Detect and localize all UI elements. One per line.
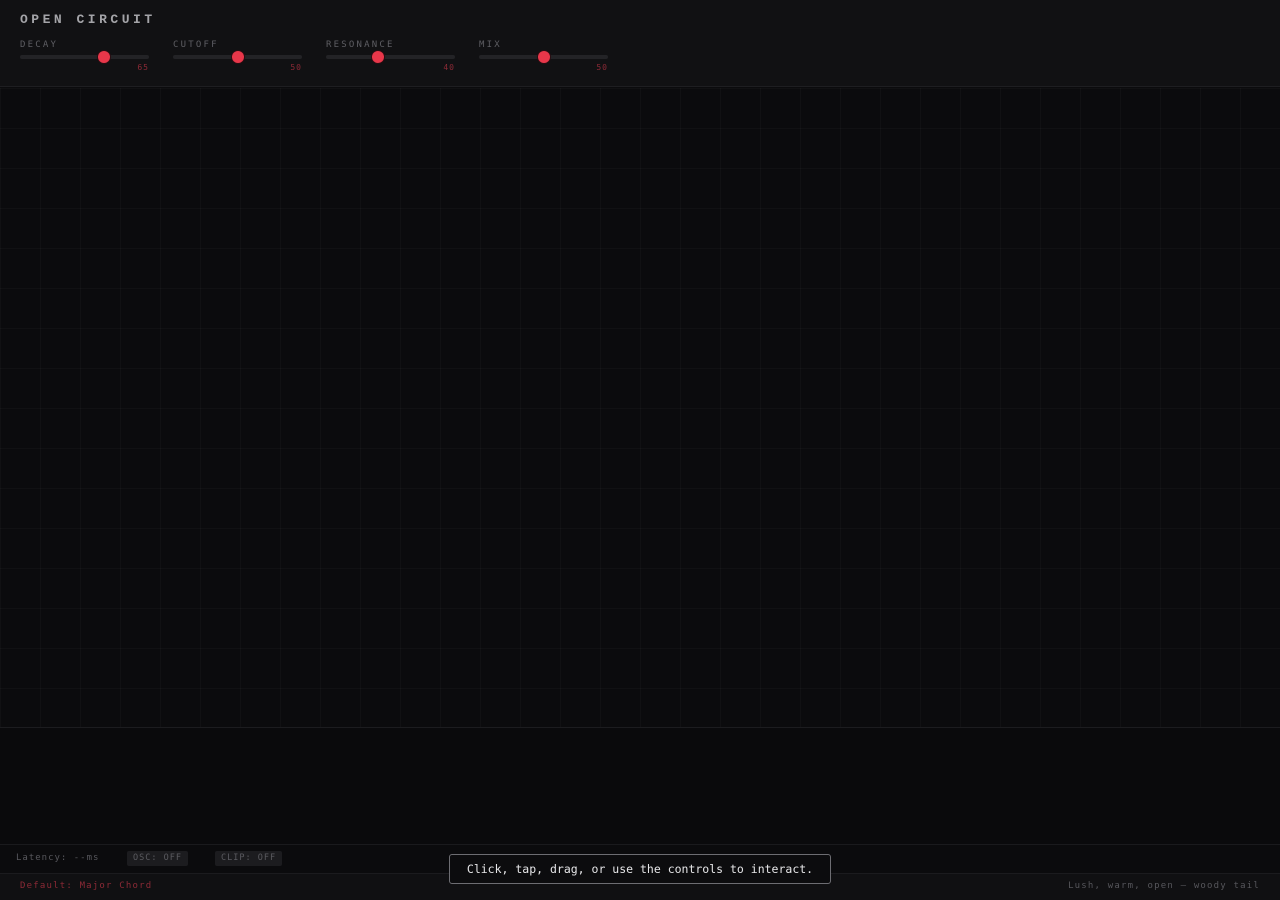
resonance-slider[interactable] <box>326 51 455 63</box>
decay-value: 65 <box>137 63 149 72</box>
mix-value: 50 <box>596 63 608 72</box>
interaction-canvas[interactable] <box>0 88 1280 728</box>
clip-status-badge: CLIP: OFF <box>215 851 283 866</box>
resonance-label: RESONANCE <box>326 40 395 50</box>
preset-name: Default: Major Chord <box>20 881 153 891</box>
cutoff-value: 50 <box>290 63 302 72</box>
preset-description: Lush, warm, open — woody tail <box>1068 881 1260 891</box>
latency-readout: Latency: --ms <box>16 853 100 863</box>
cutoff-label: CUTOFF <box>173 40 219 50</box>
decay-slider[interactable] <box>20 51 149 63</box>
interaction-hint: Click, tap, drag, or use the controls to… <box>449 854 831 884</box>
app-window: OPEN CIRCUIT DECAY 65 CUTOFF 50 RESONANC… <box>0 0 1280 900</box>
resonance-slider-thumb[interactable] <box>371 51 384 63</box>
resonance-slider-group: RESONANCE 40 <box>326 40 455 76</box>
lower-panel <box>0 728 1280 845</box>
mix-label: MIX <box>479 40 502 50</box>
decay-label: DECAY <box>20 40 59 50</box>
cutoff-slider[interactable] <box>173 51 302 63</box>
app-title: OPEN CIRCUIT <box>20 12 156 27</box>
cutoff-slider-thumb[interactable] <box>231 51 244 63</box>
decay-slider-thumb[interactable] <box>97 51 110 63</box>
controls-header: OPEN CIRCUIT DECAY 65 CUTOFF 50 RESONANC… <box>0 0 1280 87</box>
mix-slider-thumb[interactable] <box>537 51 550 63</box>
osc-status-badge: OSC: OFF <box>127 851 188 866</box>
resonance-value: 40 <box>443 63 455 72</box>
cutoff-slider-group: CUTOFF 50 <box>173 40 302 76</box>
mix-slider-group: MIX 50 <box>479 40 608 76</box>
mix-slider[interactable] <box>479 51 608 63</box>
decay-slider-group: DECAY 65 <box>20 40 149 76</box>
